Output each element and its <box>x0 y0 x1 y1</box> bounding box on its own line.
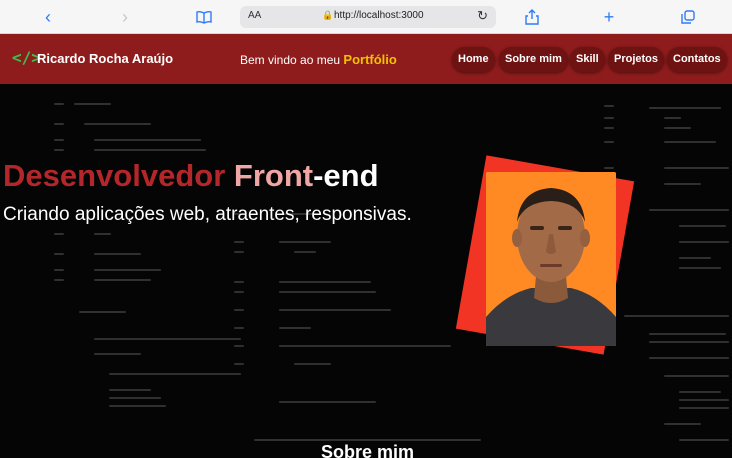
url-text[interactable]: http://localhost:3000 <box>334 10 424 21</box>
hero-title-part1: Desenvolvedor <box>3 158 226 193</box>
text-size-button[interactable]: AA <box>248 10 261 21</box>
nav-projects-button[interactable]: Projetos <box>608 47 665 72</box>
nav-home-button[interactable]: Home <box>452 47 495 72</box>
nav-skill-button[interactable]: Skill <box>570 47 605 72</box>
hero-subtitle: Criando aplicações web, atraentes, respo… <box>3 204 412 225</box>
site-navbar: </> Ricardo Rocha Araújo Bem vindo ao me… <box>0 34 732 84</box>
nav-about-button[interactable]: Sobre mim <box>499 47 568 72</box>
brand-name[interactable]: Ricardo Rocha Araújo <box>37 51 173 66</box>
address-bar[interactable]: AA 🔒 http://localhost:3000 ↻ <box>240 6 496 28</box>
hero-title-part3: -end <box>313 158 379 193</box>
tabs-icon[interactable] <box>677 6 699 28</box>
forward-icon[interactable]: › <box>114 6 136 28</box>
hero-title: Desenvolvedor Front-end <box>3 158 379 194</box>
back-icon[interactable]: ‹ <box>37 6 59 28</box>
nav-contacts-button[interactable]: Contatos <box>667 47 727 72</box>
new-tab-icon[interactable]: + <box>598 6 620 28</box>
welcome-highlight: Portfólio <box>343 52 397 67</box>
lock-icon: 🔒 <box>322 10 334 20</box>
browser-toolbar: ‹ › AA 🔒 http://localhost:3000 ↻ + <box>0 0 732 34</box>
code-background-image <box>0 84 732 458</box>
hero-title-part2: Front <box>225 158 314 193</box>
welcome-message: Bem vindo ao meu Portfólio <box>240 52 397 67</box>
welcome-text: Bem vindo ao meu <box>240 53 341 67</box>
profile-photo <box>486 172 616 346</box>
book-icon[interactable] <box>193 6 215 28</box>
share-icon[interactable] <box>521 6 543 28</box>
about-section-title: Sobre mim <box>321 442 415 458</box>
hero-section: Desenvolvedor Front-end Criando aplicaçõ… <box>0 84 732 458</box>
reload-icon[interactable]: ↻ <box>477 8 488 24</box>
